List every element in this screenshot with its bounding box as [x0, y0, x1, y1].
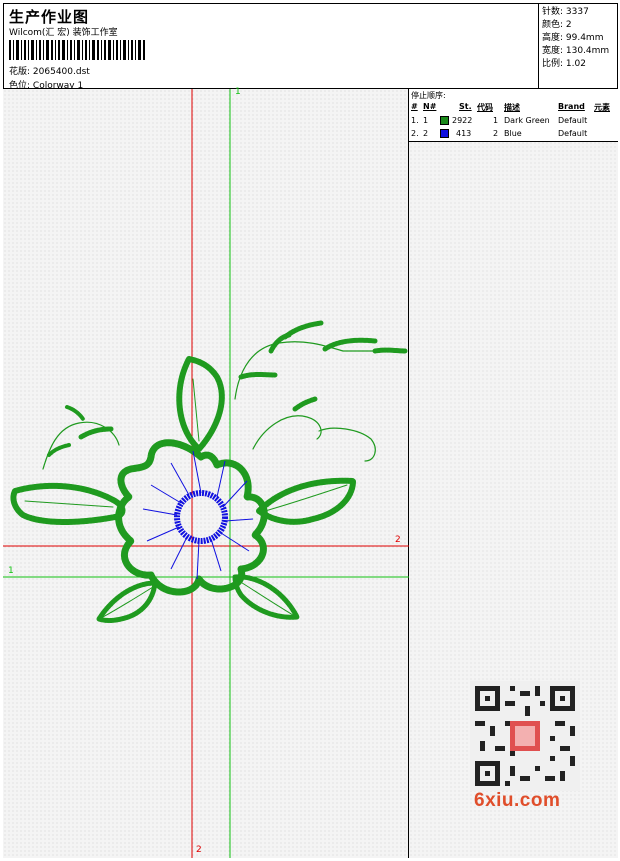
row1-description: Dark Green: [504, 116, 550, 125]
header: 生产作业图 Wilcom(汇 宏) 装饰工作室 花版: 2065400.dst …: [3, 3, 618, 91]
col-description: 描述: [504, 103, 520, 112]
stitch-count: 针数: 3337: [542, 7, 589, 17]
stop-sequence-table: 停止顺序: # N# St. 代码 描述 Brand 元素 1. 1 2922 …: [409, 89, 618, 142]
col-element: 元素: [594, 103, 610, 112]
row1-needle: 1: [423, 116, 429, 125]
row2-needle: 2: [423, 129, 429, 138]
stop-sequence-title: 停止顺序:: [411, 91, 446, 100]
green-vertical-axis-label: 1: [235, 87, 241, 97]
color-count: 颜色: 2: [542, 20, 572, 30]
company-name: Wilcom(汇 宏) 装饰工作室: [9, 28, 118, 38]
row2-color-swatch: [440, 129, 449, 138]
row1-code: 1: [493, 116, 499, 125]
row2-stitches: 413: [456, 129, 472, 138]
design-preview: 1 1 2 2: [3, 87, 409, 858]
row2-description: Blue: [504, 129, 522, 138]
green-horizontal-axis-label: 1: [8, 566, 14, 576]
design-height: 高度: 99.4mm: [542, 33, 604, 43]
row1-index: 1.: [411, 116, 419, 125]
page-title: 生产作业图: [9, 8, 90, 26]
design-file-label: 花版:: [9, 67, 31, 77]
row1-stitches: 2922: [452, 116, 473, 125]
row1-color-swatch: [440, 116, 449, 125]
design-stats: 针数: 3337 颜色: 2 高度: 99.4mm 宽度: 130.4mm 比例…: [538, 3, 618, 89]
col-brand: Brand: [558, 102, 585, 111]
blue-embroidery: [142, 450, 254, 580]
embroidery-preview: [3, 89, 409, 858]
green-embroidery: [10, 320, 408, 623]
row1-brand: Default: [558, 116, 588, 125]
col-needle: N#: [423, 102, 437, 111]
col-stitches: St.: [459, 102, 472, 111]
row2-brand: Default: [558, 129, 588, 138]
design-width: 宽度: 130.4mm: [542, 46, 610, 56]
red-vertical-axis-label: 2: [196, 845, 202, 855]
row2-index: 2.: [411, 129, 419, 138]
watermark-text: 6xiu.com: [474, 790, 561, 811]
col-index: #: [411, 102, 418, 111]
red-horizontal-axis-label: 2: [395, 535, 401, 545]
row2-code: 2: [493, 129, 499, 138]
design-file-name: 2065400.dst: [32, 67, 90, 77]
design-scale: 比例: 1.02: [542, 59, 586, 69]
col-code: 代码: [477, 103, 493, 112]
barcode: [9, 40, 145, 60]
design-file: 花版: 2065400.dst: [9, 64, 90, 77]
qr-code-image: [470, 681, 580, 791]
